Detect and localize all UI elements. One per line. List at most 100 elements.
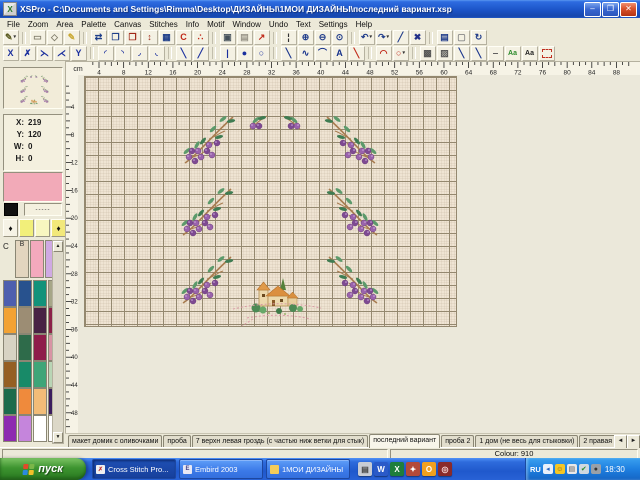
- minimize-button[interactable]: –: [584, 2, 601, 17]
- quarter-stitch-2-icon[interactable]: ◝: [115, 46, 131, 61]
- taskbar-button[interactable]: 1МОИ ДИЗАЙНЫ: [266, 459, 350, 479]
- menu-area[interactable]: Area: [52, 20, 77, 29]
- start-button[interactable]: пуск: [0, 458, 86, 480]
- quicklaunch-icon-2[interactable]: W: [374, 462, 388, 476]
- erase-icon[interactable]: ✖: [410, 30, 426, 45]
- pen-2-icon[interactable]: ╲: [471, 46, 487, 61]
- french-knot-filled-icon[interactable]: ●: [237, 46, 253, 61]
- menu-info[interactable]: Info: [182, 20, 203, 29]
- palette-swatch[interactable]: [33, 388, 47, 415]
- page-new-icon[interactable]: ▢: [454, 30, 470, 45]
- palette-swatch[interactable]: [18, 280, 32, 307]
- palette-swatch[interactable]: [3, 415, 17, 442]
- paste-motif-icon[interactable]: ❒: [125, 30, 141, 45]
- design-tab-active[interactable]: последний вариант: [369, 434, 440, 448]
- palette-scroll-up-icon[interactable]: ▲: [53, 241, 63, 252]
- palette-swatch[interactable]: [18, 415, 32, 442]
- menu-canvas[interactable]: Canvas: [110, 20, 145, 29]
- menu-zoom[interactable]: Zoom: [24, 20, 52, 29]
- menu-motif[interactable]: Motif: [203, 20, 228, 29]
- palette-swatch[interactable]: [3, 307, 17, 334]
- three-quarter-stitch-1-icon[interactable]: ✗: [20, 46, 36, 61]
- select-stitches-icon[interactable]: [539, 46, 555, 61]
- move-points-icon[interactable]: ∴: [193, 30, 209, 45]
- tray-icon-smiley[interactable]: ☺: [555, 464, 565, 474]
- page-copy-icon[interactable]: ▤: [437, 30, 453, 45]
- maximize-button[interactable]: ❐: [602, 2, 619, 17]
- tray-icon-check[interactable]: ✔: [579, 464, 589, 474]
- rect-select-tool-icon[interactable]: ▭: [30, 30, 46, 45]
- pattern-repeat-icon[interactable]: ▦: [159, 30, 175, 45]
- freehand-select-tool-icon[interactable]: ◇: [47, 30, 63, 45]
- undo-icon[interactable]: ↶▾: [359, 30, 375, 45]
- palette-header-swatch[interactable]: [30, 240, 44, 278]
- tray-icon-doc[interactable]: ▤: [567, 464, 577, 474]
- palette-swatch[interactable]: [18, 334, 32, 361]
- taskbar-button[interactable]: EEmbird 2003: [179, 459, 263, 479]
- export-view-icon[interactable]: ▣: [220, 30, 236, 45]
- quicklaunch-icon-1[interactable]: ▤: [358, 462, 372, 476]
- menu-file[interactable]: File: [3, 20, 24, 29]
- dash-style-button[interactable]: -----: [24, 203, 62, 216]
- quarter-stitch-4-icon[interactable]: ◟: [149, 46, 165, 61]
- menu-settings[interactable]: Settings: [315, 20, 352, 29]
- fill-pattern-icon[interactable]: ▩: [420, 46, 436, 61]
- current-color-swatch[interactable]: [3, 172, 63, 202]
- palette-swatch[interactable]: [33, 415, 47, 442]
- knot-bar-icon[interactable]: |: [220, 46, 236, 61]
- language-indicator[interactable]: RU: [530, 465, 541, 474]
- blend-diamond-button[interactable]: ♦: [3, 219, 18, 237]
- backstitch-left-icon[interactable]: ╲: [176, 46, 192, 61]
- resize-motif-icon[interactable]: ↕: [142, 30, 158, 45]
- palette-swatch[interactable]: [3, 280, 17, 307]
- three-quarter-stitch-3-icon[interactable]: ⋌: [54, 46, 70, 61]
- quarter-stitch-3-icon[interactable]: ◞: [132, 46, 148, 61]
- pen-1-icon[interactable]: ╲: [454, 46, 470, 61]
- palette-swatch[interactable]: [18, 307, 32, 334]
- flip-horizontal-icon[interactable]: ⇄: [91, 30, 107, 45]
- yellow-diamond-button[interactable]: ♦: [51, 219, 66, 237]
- french-knot-open-icon[interactable]: ○: [254, 46, 270, 61]
- tab-scroll-right-icon[interactable]: ►: [627, 435, 640, 448]
- menu-help[interactable]: Help: [352, 20, 376, 29]
- full-stitch-icon[interactable]: X: [3, 46, 19, 61]
- rotate-motif-icon[interactable]: C: [176, 30, 192, 45]
- palette-swatch[interactable]: [3, 361, 17, 388]
- highlight-pencil-tool-icon[interactable]: ✎: [64, 30, 80, 45]
- yellow-pale-button[interactable]: [35, 219, 50, 237]
- special-line-icon[interactable]: ╲: [281, 46, 297, 61]
- close-button[interactable]: ✕: [620, 2, 637, 17]
- palette-swatch[interactable]: [3, 334, 17, 361]
- hatch-pattern-icon[interactable]: ▨: [437, 46, 453, 61]
- palette-swatch[interactable]: [33, 361, 47, 388]
- taskbar-button[interactable]: ✗Cross Stitch Pro...: [92, 459, 176, 479]
- palette-swatch[interactable]: [18, 361, 32, 388]
- three-quarter-stitch-2-icon[interactable]: ⋋: [37, 46, 53, 61]
- special-stitch-a-icon[interactable]: A: [332, 46, 348, 61]
- yellow-bright-button[interactable]: [19, 219, 34, 237]
- menu-text[interactable]: Text: [292, 20, 315, 29]
- quicklaunch-icon-6[interactable]: ◎: [438, 462, 452, 476]
- palette-swatch[interactable]: [33, 334, 47, 361]
- zoom-fit-icon[interactable]: ⊙: [332, 30, 348, 45]
- menu-window[interactable]: Window: [228, 20, 264, 29]
- dash-style-icon[interactable]: ‒: [488, 46, 504, 61]
- floss-tool-icon[interactable]: ¦: [281, 30, 297, 45]
- palette-scroll-down-icon[interactable]: ▼: [53, 432, 63, 443]
- half-stitch-icon[interactable]: Y: [71, 46, 87, 61]
- quarter-stitch-1-icon[interactable]: ◜: [98, 46, 114, 61]
- palette-header-swatch[interactable]: B: [15, 240, 29, 278]
- palette-scrollbar[interactable]: ▲ ▼: [52, 240, 64, 444]
- backstitch-right-icon[interactable]: ╱: [193, 46, 209, 61]
- redo-icon[interactable]: ↷▾: [376, 30, 392, 45]
- palette-swatch[interactable]: [18, 388, 32, 415]
- pointer-tool-icon[interactable]: ↗: [254, 30, 270, 45]
- pencil-tool-icon[interactable]: ✎▾: [3, 30, 19, 45]
- red-line-icon[interactable]: ╲: [349, 46, 365, 61]
- palette-swatch[interactable]: [3, 388, 17, 415]
- text-tool-colored-icon[interactable]: Aa: [505, 46, 521, 61]
- menu-palette[interactable]: Palette: [77, 20, 110, 29]
- tray-icon-round[interactable]: ●: [591, 464, 601, 474]
- page-rotate-icon[interactable]: ↻: [471, 30, 487, 45]
- tab-scroll-left-icon[interactable]: ◄: [614, 435, 627, 448]
